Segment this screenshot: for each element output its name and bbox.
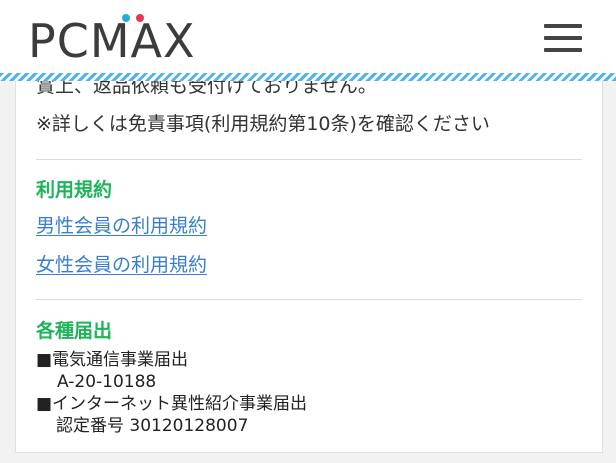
filings-section-title: 各種届出: [36, 320, 113, 342]
telecom-filing-number: A-20-10188: [57, 372, 157, 392]
divider: [36, 299, 582, 300]
header-stripe: [0, 73, 616, 81]
hamburger-menu-icon[interactable]: [541, 21, 585, 55]
menu-bar: [544, 48, 582, 52]
site-header: PCMAX: [0, 0, 616, 73]
content-card: 賞上、返品依頼も受付けておりません。 ※詳しくは免責事項(利用規約第10条)を確…: [15, 40, 603, 453]
logo-text: PCMAX: [28, 14, 196, 68]
male-terms-link[interactable]: 男性会員の利用規約: [36, 214, 207, 238]
notice-line-2: ※詳しくは免責事項(利用規約第10条)を確認ください: [36, 113, 490, 135]
internet-dating-filing-number: 認定番号 30120128007: [56, 416, 249, 436]
terms-section-title: 利用規約: [36, 179, 113, 201]
telecom-filing-label: ■電気通信事業届出: [36, 350, 189, 370]
female-terms-link[interactable]: 女性会員の利用規約: [36, 253, 207, 277]
page: 賞上、返品依頼も受付けておりません。 ※詳しくは免責事項(利用規約第10条)を確…: [0, 0, 616, 463]
divider: [36, 159, 582, 160]
pcmax-logo[interactable]: PCMAX: [28, 14, 206, 64]
internet-dating-filing-label: ■インターネット異性紹介事業届出: [36, 394, 308, 414]
menu-bar: [544, 36, 582, 40]
menu-bar: [544, 24, 582, 28]
